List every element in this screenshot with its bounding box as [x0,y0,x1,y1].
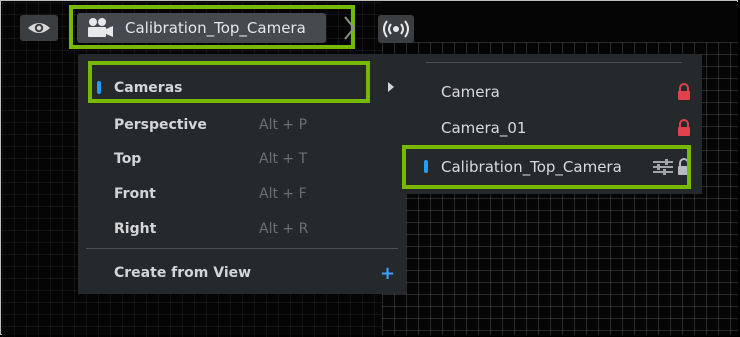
submenu-item-label: Camera [441,83,500,101]
menu-item-label: Top [114,151,142,167]
cameras-highlight [88,61,370,103]
menu-divider [86,248,398,249]
menu-item-label: Right [114,221,157,237]
visibility-button[interactable] [20,15,58,41]
broadcast-icon [383,20,409,38]
shortcut-label: Alt + F [259,186,307,202]
chevron-right-icon [344,16,356,40]
eye-icon [28,23,50,33]
menu-item-front[interactable]: Front Alt + F [78,177,406,211]
menu-item-top[interactable]: Top Alt + T [78,142,406,176]
menu-item-perspective[interactable]: Perspective Alt + P [78,108,406,142]
menu-item-label: Create from View [114,265,252,281]
menu-item-label: Front [114,186,156,202]
submenu-item-label: Camera_01 [441,119,527,137]
menu-item-create-from-view[interactable]: Create from View + [78,256,406,290]
submenu-divider [426,62,682,63]
lock-icon[interactable] [677,119,691,137]
shortcut-label: Alt + R [259,221,309,237]
camera-selector-highlight [69,5,355,49]
plus-icon: + [380,263,396,284]
shortcut-label: Alt + P [259,117,308,133]
menu-item-right[interactable]: Right Alt + R [78,212,406,246]
caret-right-icon [388,82,394,92]
lock-icon[interactable] [677,83,691,101]
calibration-camera-highlight [402,145,691,189]
shortcut-label: Alt + T [259,151,308,167]
submenu-item-camera[interactable]: Camera [406,74,702,110]
submenu-item-camera-01[interactable]: Camera_01 [406,110,702,146]
menu-item-label: Perspective [114,117,207,133]
broadcast-button[interactable] [378,15,414,43]
